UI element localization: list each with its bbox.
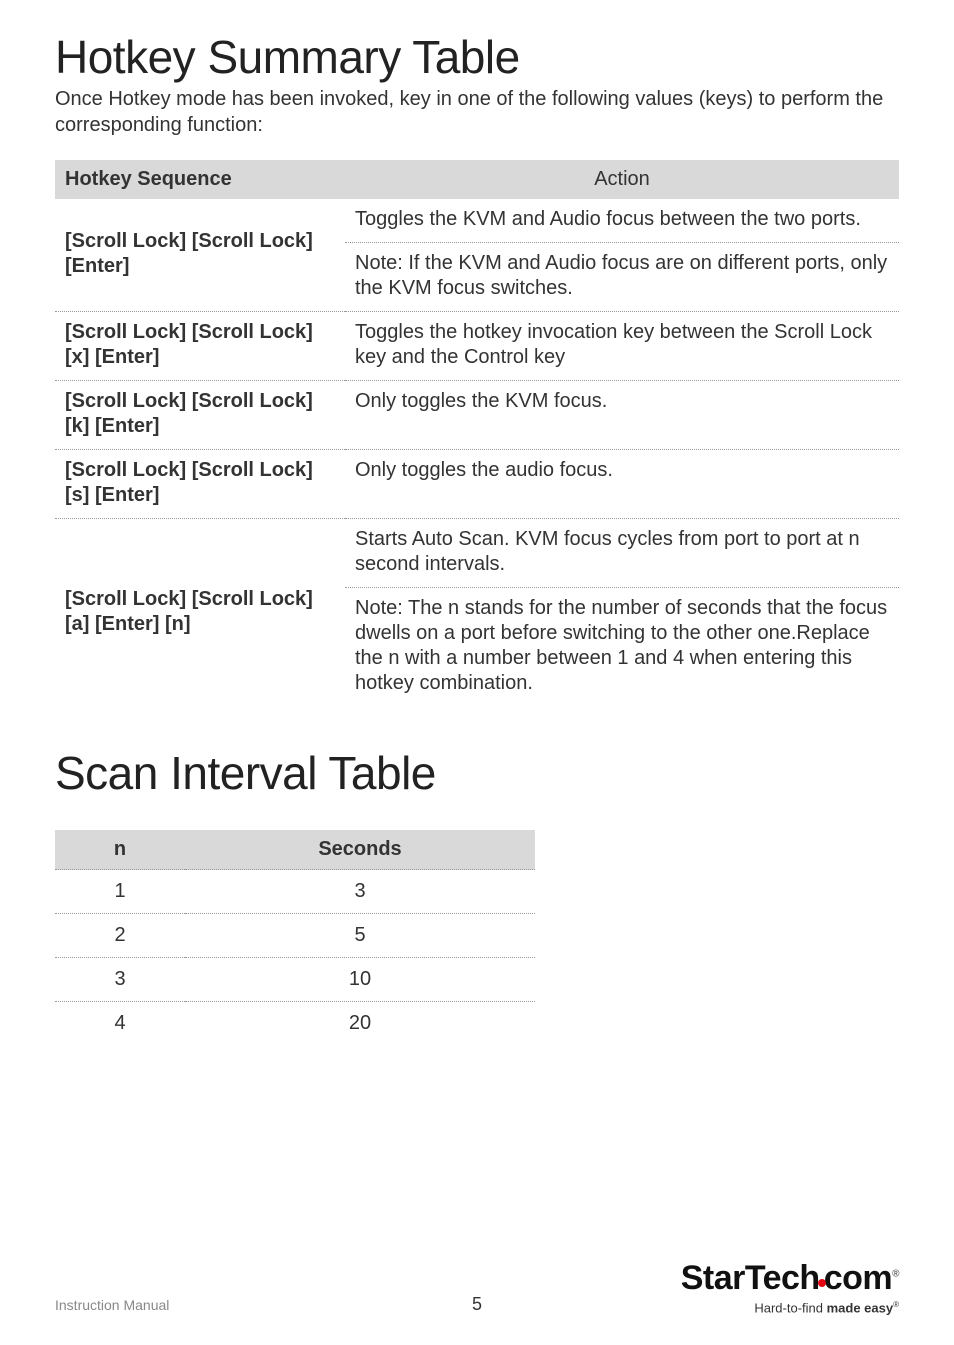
- table-row: [Scroll Lock] [Scroll Lock] [x] [Enter] …: [55, 312, 899, 381]
- page-footer: Instruction Manual 5 StarTechcom® Hard-t…: [55, 1297, 899, 1315]
- cell-n: 1: [55, 870, 185, 914]
- cell-seconds: 10: [185, 958, 535, 1002]
- registered-icon: ®: [893, 1300, 899, 1309]
- footer-left-text: Instruction Manual: [55, 1297, 169, 1313]
- cell-hotkey: [Scroll Lock] [Scroll Lock] [a] [Enter] …: [55, 519, 345, 707]
- cell-action: Toggles the hotkey invocation key betwee…: [345, 312, 899, 381]
- heading-scan-interval: Scan Interval Table: [55, 746, 899, 800]
- cell-action: Note: The n stands for the number of sec…: [345, 588, 899, 707]
- logo-pre: StarTech: [681, 1259, 820, 1297]
- cell-n: 4: [55, 1002, 185, 1046]
- scan-interval-table: n Seconds 1 3 2 5 3 10 4 20: [55, 830, 535, 1045]
- cell-hotkey: [Scroll Lock] [Scroll Lock] [Enter]: [55, 199, 345, 312]
- cell-hotkey: [Scroll Lock] [Scroll Lock] [k] [Enter]: [55, 381, 345, 450]
- cell-action: Note: If the KVM and Audio focus are on …: [345, 243, 899, 312]
- cell-hotkey: [Scroll Lock] [Scroll Lock] [x] [Enter]: [55, 312, 345, 381]
- table-row: [Scroll Lock] [Scroll Lock] [a] [Enter] …: [55, 519, 899, 588]
- intro-text: Once Hotkey mode has been invoked, key i…: [55, 86, 899, 138]
- cell-seconds: 3: [185, 870, 535, 914]
- table-row: 1 3: [55, 870, 535, 914]
- cell-action: Starts Auto Scan. KVM focus cycles from …: [345, 519, 899, 588]
- table-row: 4 20: [55, 1002, 535, 1046]
- registered-icon: ®: [892, 1268, 899, 1279]
- table-row: 3 10: [55, 958, 535, 1002]
- cell-seconds: 20: [185, 1002, 535, 1046]
- cell-action: Only toggles the KVM focus.: [345, 381, 899, 450]
- cell-seconds: 5: [185, 914, 535, 958]
- heading-hotkey-summary: Hotkey Summary Table: [55, 30, 899, 84]
- tagline: Hard-to-find made easy®: [681, 1300, 899, 1315]
- th-seconds: Seconds: [185, 830, 535, 870]
- tagline-bold: made easy: [827, 1300, 894, 1315]
- hotkey-summary-table: Hotkey Sequence Action [Scroll Lock] [Sc…: [55, 160, 899, 706]
- table-row: [Scroll Lock] [Scroll Lock] [Enter] Togg…: [55, 199, 899, 243]
- logo-text: StarTechcom®: [681, 1259, 899, 1298]
- table-header-row: Hotkey Sequence Action: [55, 160, 899, 199]
- table-row: [Scroll Lock] [Scroll Lock] [k] [Enter] …: [55, 381, 899, 450]
- table-row: [Scroll Lock] [Scroll Lock] [s] [Enter] …: [55, 450, 899, 519]
- cell-n: 3: [55, 958, 185, 1002]
- tagline-pre: Hard-to-find: [754, 1300, 826, 1315]
- table-row: 2 5: [55, 914, 535, 958]
- cell-hotkey: [Scroll Lock] [Scroll Lock] [s] [Enter]: [55, 450, 345, 519]
- th-hotkey-sequence: Hotkey Sequence: [55, 160, 345, 199]
- cell-action: Toggles the KVM and Audio focus between …: [345, 199, 899, 243]
- th-n: n: [55, 830, 185, 870]
- table-header-row: n Seconds: [55, 830, 535, 870]
- logo-dot-icon: [818, 1279, 826, 1287]
- brand-logo: StarTechcom® Hard-to-find made easy®: [681, 1259, 899, 1315]
- th-action: Action: [345, 160, 899, 199]
- page-number: 5: [472, 1294, 482, 1315]
- cell-action: Only toggles the audio focus.: [345, 450, 899, 519]
- cell-n: 2: [55, 914, 185, 958]
- logo-post: com: [824, 1259, 892, 1297]
